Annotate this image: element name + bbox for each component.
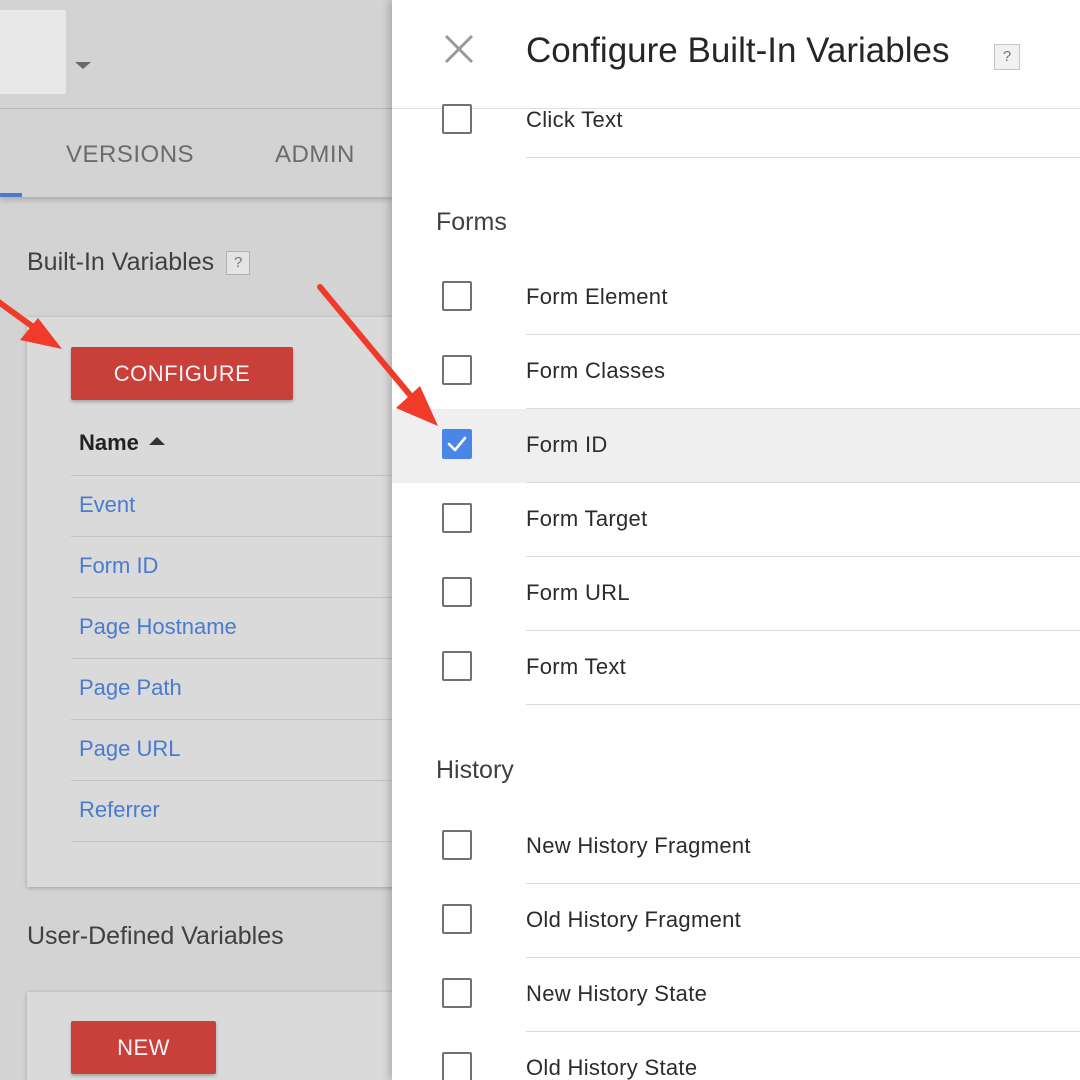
tab-bar: VERSIONS ADMIN	[0, 109, 392, 197]
checkbox[interactable]	[442, 577, 472, 607]
variable-option-new-history-state[interactable]: New History State	[392, 958, 1080, 1032]
configure-button[interactable]: CONFIGURE	[71, 347, 293, 400]
option-label: Form Text	[526, 654, 627, 679]
option-label: Old History State	[526, 1055, 698, 1080]
variables-page: VERSIONS ADMIN Built-In Variables? CONFI…	[0, 0, 392, 1080]
variable-link-referrer[interactable]: Referrer	[79, 797, 160, 823]
row-divider	[526, 157, 1080, 158]
close-icon[interactable]	[442, 32, 476, 66]
row-divider	[71, 475, 392, 476]
builtin-variables-heading: Built-In Variables?	[27, 248, 251, 277]
row-divider	[71, 719, 392, 720]
group-label-history: History	[436, 756, 514, 784]
variable-option-form-element[interactable]: Form Element	[392, 261, 1080, 335]
variable-option-old-history-state[interactable]: Old History State	[392, 1032, 1080, 1080]
row-divider	[71, 780, 392, 781]
tab-versions[interactable]: VERSIONS	[66, 141, 194, 169]
tab-admin[interactable]: ADMIN	[275, 141, 355, 169]
variable-link-page-url[interactable]: Page URL	[79, 736, 181, 762]
option-label: Form Target	[526, 506, 648, 531]
name-column-header[interactable]: Name	[79, 430, 165, 456]
group-label-forms: Forms	[436, 208, 507, 236]
row-divider	[71, 658, 392, 659]
option-label: New History State	[526, 981, 708, 1006]
user-defined-variables-title: User-Defined Variables	[27, 922, 284, 950]
variable-option-old-history-fragment[interactable]: Old History Fragment	[392, 884, 1080, 958]
variable-option-form-classes[interactable]: Form Classes	[392, 335, 1080, 409]
variable-link-page-hostname[interactable]: Page Hostname	[79, 614, 237, 640]
variable-option-form-id[interactable]: Form ID	[392, 409, 1080, 483]
new-variable-button[interactable]: NEW	[71, 1021, 216, 1074]
variable-option-click-text[interactable]: Click Text	[392, 84, 1080, 158]
workspace-selector[interactable]	[0, 10, 66, 94]
help-icon[interactable]: ?	[226, 251, 251, 276]
variable-option-form-url[interactable]: Form URL	[392, 557, 1080, 631]
option-label: New History Fragment	[526, 833, 751, 858]
variable-link-form-id[interactable]: Form ID	[79, 553, 158, 579]
checkbox[interactable]	[442, 651, 472, 681]
checkbox[interactable]	[442, 1052, 472, 1080]
option-label: Old History Fragment	[526, 907, 742, 932]
variable-option-new-history-fragment[interactable]: New History Fragment	[392, 810, 1080, 884]
option-label: Form ID	[526, 432, 608, 457]
row-divider	[526, 704, 1080, 705]
checkbox[interactable]	[442, 978, 472, 1008]
configure-builtin-variables-dialog: Configure Built-In Variables ? Click Tex…	[392, 0, 1080, 1080]
checkmark-icon	[447, 436, 467, 452]
help-icon[interactable]: ?	[994, 44, 1020, 70]
option-label: Click Text	[526, 107, 623, 132]
checkbox[interactable]	[442, 904, 472, 934]
checkbox-checked[interactable]	[442, 429, 472, 459]
row-divider	[71, 597, 392, 598]
option-label: Form URL	[526, 580, 630, 605]
sort-ascending-icon	[148, 437, 165, 446]
dialog-title: Configure Built-In Variables	[526, 31, 950, 70]
name-column-label: Name	[79, 430, 139, 455]
builtin-variables-title: Built-In Variables	[27, 248, 215, 276]
variable-option-form-text[interactable]: Form Text	[392, 631, 1080, 705]
option-label: Form Element	[526, 284, 668, 309]
checkbox[interactable]	[442, 104, 472, 134]
variable-link-event[interactable]: Event	[79, 492, 135, 518]
checkbox[interactable]	[442, 355, 472, 385]
row-divider	[71, 536, 392, 537]
variable-link-page-path[interactable]: Page Path	[79, 675, 182, 701]
checkbox[interactable]	[442, 830, 472, 860]
option-label: Form Classes	[526, 358, 666, 383]
row-divider	[71, 841, 392, 842]
checkbox[interactable]	[442, 503, 472, 533]
variable-option-form-target[interactable]: Form Target	[392, 483, 1080, 557]
chevron-down-icon[interactable]	[75, 62, 91, 69]
active-tab-indicator	[0, 193, 22, 197]
checkbox[interactable]	[442, 281, 472, 311]
